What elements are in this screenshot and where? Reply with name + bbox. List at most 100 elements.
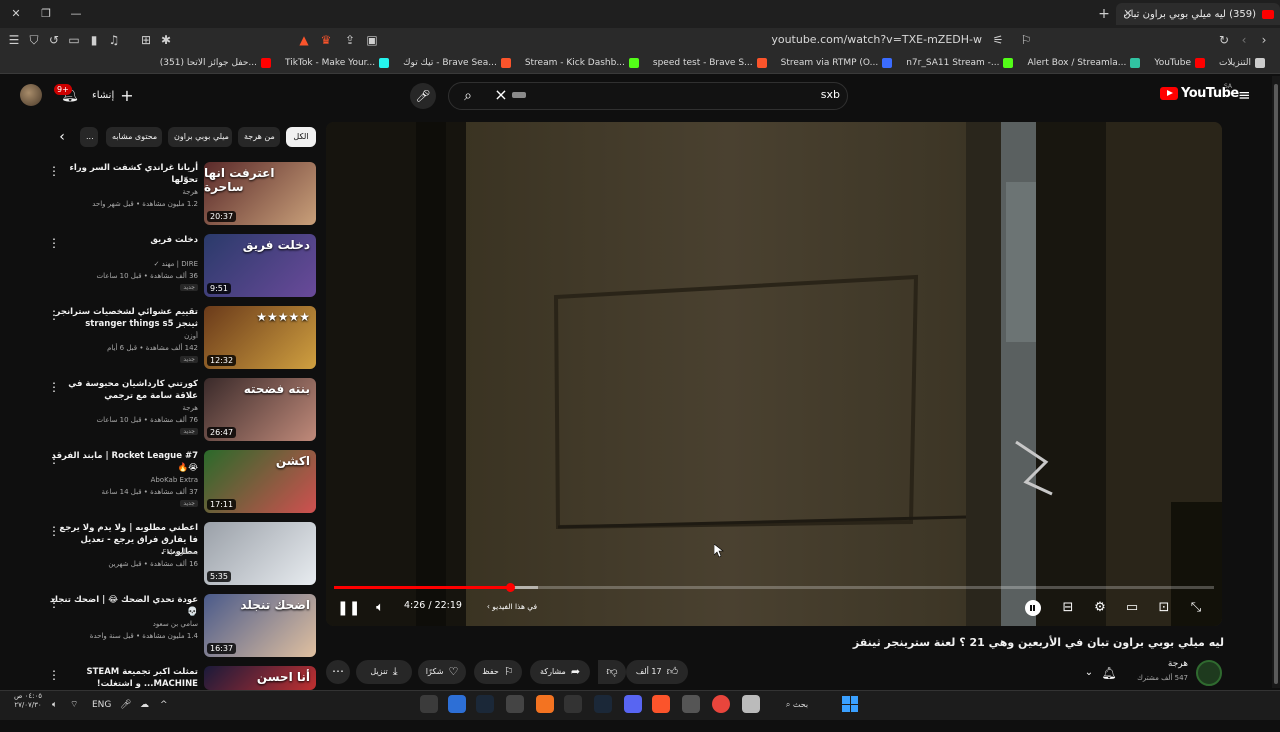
recommendation-channel[interactable]: أوزن xyxy=(48,332,198,340)
taskbar-app-explorer[interactable] xyxy=(742,695,760,713)
recommendation-item[interactable]: 5:35 اعطني مطلوبه | ولا يدم ولا يرجع فا ي… xyxy=(44,522,316,588)
chapter-button[interactable]: في هذا الفيديو › xyxy=(480,598,544,616)
pause-icon[interactable]: ❚❚ xyxy=(337,598,360,618)
share-button[interactable]: ➦ مشاركة xyxy=(530,660,590,684)
reload-icon[interactable]: ↻ xyxy=(1216,32,1232,48)
clear-search-icon[interactable]: × xyxy=(492,86,510,104)
recommendation-more-icon[interactable]: ⋮ xyxy=(48,380,60,394)
taskbar-app-ms[interactable] xyxy=(420,695,438,713)
address-bar[interactable]: youtube.com/watch?v=TXE-mZEDH-w xyxy=(382,30,1012,50)
taskbar-app-chrome[interactable] xyxy=(712,695,730,713)
taskbar-app-obs[interactable] xyxy=(506,695,524,713)
search-icon[interactable]: ⌕ xyxy=(458,86,478,106)
recommendation-channel[interactable]: سامي بن سعود xyxy=(48,620,198,628)
taskbar-app-steam[interactable] xyxy=(476,695,494,713)
bookmark-item[interactable]: (351) حفل جوائز الاتحا... xyxy=(153,52,278,74)
bookmark-item[interactable]: n7r_SA11 Stream -... xyxy=(899,52,1020,74)
bookmark-item[interactable]: تيك توك - Brave Sea... xyxy=(396,52,518,74)
chip-more[interactable]: ... xyxy=(80,127,98,147)
recommendation-channel[interactable]: AboKab Extra xyxy=(48,476,198,484)
progress-scrubber-handle[interactable] xyxy=(505,583,515,592)
bookmark-item[interactable]: YouTube xyxy=(1147,52,1212,74)
recommendation-item[interactable]: اضحك تنجلد 16:37 عودة تحدي الضحك 😂 | اضحك … xyxy=(44,594,316,660)
tab-close-icon[interactable]: ✕ xyxy=(1118,4,1138,24)
subscription-bell-icon[interactable]: 🔔︎ xyxy=(1098,662,1120,684)
taskbar-app-discord[interactable] xyxy=(624,695,642,713)
recommendation-item[interactable]: اعترفت انها ساحرة 20:37 أريانا غراندي كشفت… xyxy=(44,162,316,228)
account-avatar[interactable] xyxy=(20,84,42,106)
fullscreen-icon[interactable]: ⤡ xyxy=(1186,598,1206,618)
chip-similar[interactable]: محتوى مشابه xyxy=(106,127,162,147)
chip-millie[interactable]: ميلي بوبي براون xyxy=(168,127,232,147)
minimize-window-icon[interactable]: — xyxy=(66,4,86,24)
wifi-icon[interactable]: ⌔ xyxy=(70,697,78,713)
volume-icon[interactable]: 🔈︎ xyxy=(370,598,390,618)
shield-icon[interactable]: ⛉ xyxy=(26,32,42,48)
close-window-icon[interactable]: ✕ xyxy=(6,4,26,24)
reading-list-icon[interactable]: ▮ xyxy=(86,32,102,48)
recommendation-thumbnail[interactable]: 5:35 xyxy=(204,522,316,585)
cast-icon[interactable]: ⊡ xyxy=(1154,598,1174,618)
recommendation-title[interactable]: Rocket League #7 | مابند الفرقد 😭🔥 xyxy=(48,450,198,474)
tab-view-icon[interactable]: ▣ xyxy=(364,32,380,48)
settings-gear-icon[interactable]: ⚙ xyxy=(1090,598,1110,618)
bookmark-item[interactable]: Stream - Kick Dashb... xyxy=(518,52,646,74)
taskbar-app-settings[interactable] xyxy=(682,695,700,713)
screenshot-icon[interactable]: ⊞ xyxy=(138,32,154,48)
recommendation-thumbnail[interactable]: ★★★★★ 12:32 xyxy=(204,306,316,369)
chevron-down-icon[interactable]: ⌄ xyxy=(1080,664,1098,682)
subtitles-icon[interactable]: ⊟ xyxy=(1058,598,1078,618)
maximize-window-icon[interactable]: ❐ xyxy=(36,4,56,24)
recommendation-thumbnail[interactable]: دخلت فريق 9:51 xyxy=(204,234,316,297)
taskbar-app-steam-2[interactable] xyxy=(594,695,612,713)
cloud-tray-icon[interactable]: ☁ xyxy=(140,697,149,713)
channel-name[interactable]: هرجة xyxy=(1108,659,1188,669)
recommendation-thumbnail[interactable]: أنا احسن xyxy=(204,666,316,690)
windows-start-icon[interactable] xyxy=(842,696,858,712)
like-button[interactable]: 👍︎ 17 ألف xyxy=(626,660,688,684)
recommendation-channel[interactable]: DIRE | مهند ✓ xyxy=(48,260,198,268)
thanks-button[interactable]: ♡ شكرًا xyxy=(418,660,466,684)
recommendation-channel[interactable]: هرجة xyxy=(48,404,198,412)
back-icon[interactable]: › xyxy=(1256,32,1272,48)
save-button[interactable]: ⚐ حفظ xyxy=(474,660,522,684)
wallet-icon[interactable]: ▭ xyxy=(66,32,82,48)
input-language[interactable]: ENG xyxy=(92,697,111,713)
taskbar-app-xbox[interactable] xyxy=(564,695,582,713)
chips-scroll-left-icon[interactable]: ‹ xyxy=(54,129,70,145)
create-button[interactable]: إنشاء + xyxy=(92,84,142,106)
recommendation-item[interactable]: ★★★★★ 12:32 تقييم عشوائي لشخصيات سترانجر ث… xyxy=(44,306,316,372)
recommendation-item[interactable]: دخلت فريق 9:51 دخلت فريق DIRE | مهند ✓ 36 أل… xyxy=(44,234,316,300)
recommendation-thumbnail[interactable]: بنته فضحته 26:47 xyxy=(204,378,316,441)
recommendation-more-icon[interactable]: ⋮ xyxy=(48,524,60,538)
recommendation-title[interactable]: كورتني كارداشيان محبوسة في علاقة سامة مع… xyxy=(48,378,198,402)
recommendation-more-icon[interactable]: ⋮ xyxy=(48,164,60,178)
autoplay-toggle[interactable] xyxy=(1025,600,1041,616)
miniplayer-icon[interactable]: ▭ xyxy=(1122,598,1142,618)
brave-rewards-icon[interactable]: ▲ xyxy=(296,32,312,48)
music-icon[interactable]: ♫ xyxy=(106,32,122,48)
extensions-icon[interactable]: ✱ xyxy=(158,32,174,48)
channel-avatar[interactable] xyxy=(1196,660,1222,686)
clock[interactable]: ٠٤:٠٥ ص ٢٧/٠٧/٣٠ xyxy=(10,692,46,710)
recommendation-more-icon[interactable]: ⋮ xyxy=(48,452,60,466)
chip-all[interactable]: الكل xyxy=(286,127,316,147)
bookmark-item[interactable]: Alert Box / Streamla... xyxy=(1020,52,1147,74)
voice-search-mic-icon[interactable]: 🎤︎ xyxy=(410,83,436,109)
history-icon[interactable]: ↺ xyxy=(46,32,62,48)
recommendation-more-icon[interactable]: ⋮ xyxy=(48,308,60,322)
taskbar-app-ableton[interactable] xyxy=(536,695,554,713)
recommendation-thumbnail[interactable]: اضحك تنجلد 16:37 xyxy=(204,594,316,657)
recommendation-more-icon[interactable]: ⋮ xyxy=(48,668,60,682)
recommendation-channel[interactable]: هرجة xyxy=(48,188,198,196)
recommendation-title[interactable]: أريانا غراندي كشفت السر وراء تحوّلها xyxy=(48,162,199,186)
recommendation-item[interactable]: اكشن 17:11 Rocket League #7 | مابند الفرقد… xyxy=(44,450,316,516)
video-player[interactable] xyxy=(326,122,1222,626)
recommendation-more-icon[interactable]: ⋮ xyxy=(48,236,60,250)
taskbar-search[interactable]: بحث ⌕ xyxy=(772,696,822,714)
site-settings-icon[interactable]: ⚟ xyxy=(990,32,1006,48)
bookmark-item[interactable]: speed test - Brave S... xyxy=(646,52,774,74)
sidebar-menu-icon[interactable]: ☰ xyxy=(6,32,22,48)
taskbar-app-brave[interactable] xyxy=(652,695,670,713)
taskbar-app-edge[interactable] xyxy=(448,695,466,713)
